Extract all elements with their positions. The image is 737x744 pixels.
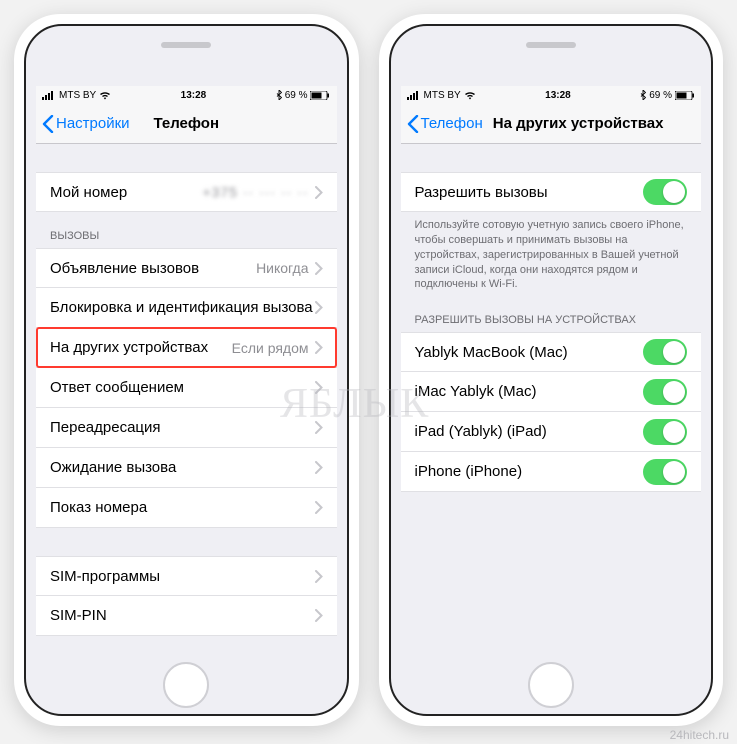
clock-label: 13:28: [545, 90, 571, 101]
chevron-right-icon: [315, 341, 323, 354]
row-label: Yablyk MacBook (Mac): [415, 344, 644, 361]
group-header-devices: РАЗРЕШИТЬ ВЫЗОВЫ НА УСТРОЙСТВАХ: [401, 296, 702, 332]
back-label: Телефон: [421, 115, 483, 132]
home-button[interactable]: [163, 662, 209, 708]
row-device[interactable]: iPhone (iPhone): [401, 452, 702, 492]
chevron-right-icon: [315, 421, 323, 434]
row-announce-calls[interactable]: Объявление вызовов Никогда: [36, 248, 337, 288]
phone-right: MTS BY 13:28 69 %: [379, 14, 724, 726]
wifi-icon: [464, 91, 476, 100]
row-allow-calls[interactable]: Разрешить вызовы: [401, 172, 702, 212]
toggle-switch[interactable]: [643, 419, 687, 445]
chevron-right-icon: [315, 570, 323, 583]
row-label: Ответ сообщением: [50, 379, 315, 396]
chevron-right-icon: [315, 381, 323, 394]
row-label: SIM-программы: [50, 568, 315, 585]
row-label: iMac Yablyk (Mac): [415, 383, 644, 400]
home-button[interactable]: [528, 662, 574, 708]
battery-label: 69 %: [649, 90, 672, 101]
chevron-left-icon: [407, 115, 419, 133]
row-detail: Никогда: [256, 260, 308, 276]
chevron-right-icon: [315, 186, 323, 199]
chevron-right-icon: [315, 301, 323, 314]
row-detail: Если рядом: [232, 340, 309, 356]
row-caller-id[interactable]: Показ номера: [36, 488, 337, 528]
chevron-right-icon: [315, 501, 323, 514]
row-call-waiting[interactable]: Ожидание вызова: [36, 448, 337, 488]
signal-icon: [42, 91, 56, 100]
nav-title: Телефон: [153, 115, 219, 132]
row-my-number[interactable]: Мой номер +375 ·· ··· ·· ··: [36, 172, 337, 212]
back-button[interactable]: Телефон: [407, 115, 483, 133]
chevron-left-icon: [42, 115, 54, 133]
phone-number-value: +375 ·· ··· ·· ··: [202, 184, 308, 200]
row-label: iPad (Yablyk) (iPad): [415, 423, 644, 440]
row-label: SIM-PIN: [50, 607, 315, 624]
phone-speaker: [161, 42, 211, 48]
phone-speaker: [526, 42, 576, 48]
bluetooth-icon: [640, 90, 646, 100]
signal-icon: [407, 91, 421, 100]
row-label: Разрешить вызовы: [415, 184, 644, 201]
row-label: Мой номер: [50, 184, 202, 201]
clock-label: 13:28: [181, 90, 207, 101]
back-button[interactable]: Настройки: [42, 115, 130, 133]
battery-icon: [310, 91, 330, 100]
status-bar: MTS BY 13:28 69 %: [36, 86, 337, 104]
battery-icon: [675, 91, 695, 100]
row-forwarding[interactable]: Переадресация: [36, 408, 337, 448]
row-label: Ожидание вызова: [50, 459, 315, 476]
phone-left: MTS BY 13:28 69 %: [14, 14, 359, 726]
row-label: iPhone (iPhone): [415, 463, 644, 480]
row-device[interactable]: Yablyk MacBook (Mac): [401, 332, 702, 372]
row-call-blocking[interactable]: Блокировка и идентификация вызова: [36, 288, 337, 328]
toggle-switch[interactable]: [643, 379, 687, 405]
row-label: Блокировка и идентификация вызова: [50, 299, 315, 316]
toggle-switch[interactable]: [643, 179, 687, 205]
row-label: На других устройствах: [50, 339, 232, 356]
bluetooth-icon: [276, 90, 282, 100]
row-device[interactable]: iPad (Yablyk) (iPad): [401, 412, 702, 452]
chevron-right-icon: [315, 262, 323, 275]
row-sim-apps[interactable]: SIM-программы: [36, 556, 337, 596]
nav-bar: Настройки Телефон: [36, 104, 337, 144]
nav-title: На других устройствах: [487, 115, 695, 132]
toggle-switch[interactable]: [643, 339, 687, 365]
row-sim-pin[interactable]: SIM-PIN: [36, 596, 337, 636]
row-label: Переадресация: [50, 419, 315, 436]
chevron-right-icon: [315, 609, 323, 622]
row-label: Показ номера: [50, 499, 315, 516]
status-bar: MTS BY 13:28 69 %: [401, 86, 702, 104]
settings-list[interactable]: Мой номер +375 ·· ··· ·· ·· ВЫЗОВЫ Объяв…: [36, 144, 337, 640]
row-reply-message[interactable]: Ответ сообщением: [36, 368, 337, 408]
group-footer: Используйте сотовую учетную запись своег…: [401, 212, 702, 296]
chevron-right-icon: [315, 461, 323, 474]
wifi-icon: [99, 91, 111, 100]
site-watermark: 24hitech.ru: [670, 728, 729, 742]
row-device[interactable]: iMac Yablyk (Mac): [401, 372, 702, 412]
battery-label: 69 %: [285, 90, 308, 101]
toggle-switch[interactable]: [643, 459, 687, 485]
carrier-label: MTS BY: [424, 90, 461, 101]
nav-bar: Телефон На других устройствах: [401, 104, 702, 144]
row-other-devices[interactable]: На других устройствах Если рядом: [36, 328, 337, 368]
group-header-calls: ВЫЗОВЫ: [36, 212, 337, 248]
back-label: Настройки: [56, 115, 130, 132]
carrier-label: MTS BY: [59, 90, 96, 101]
row-label: Объявление вызовов: [50, 260, 256, 277]
settings-list[interactable]: Разрешить вызовы Используйте сотовую уче…: [401, 144, 702, 640]
